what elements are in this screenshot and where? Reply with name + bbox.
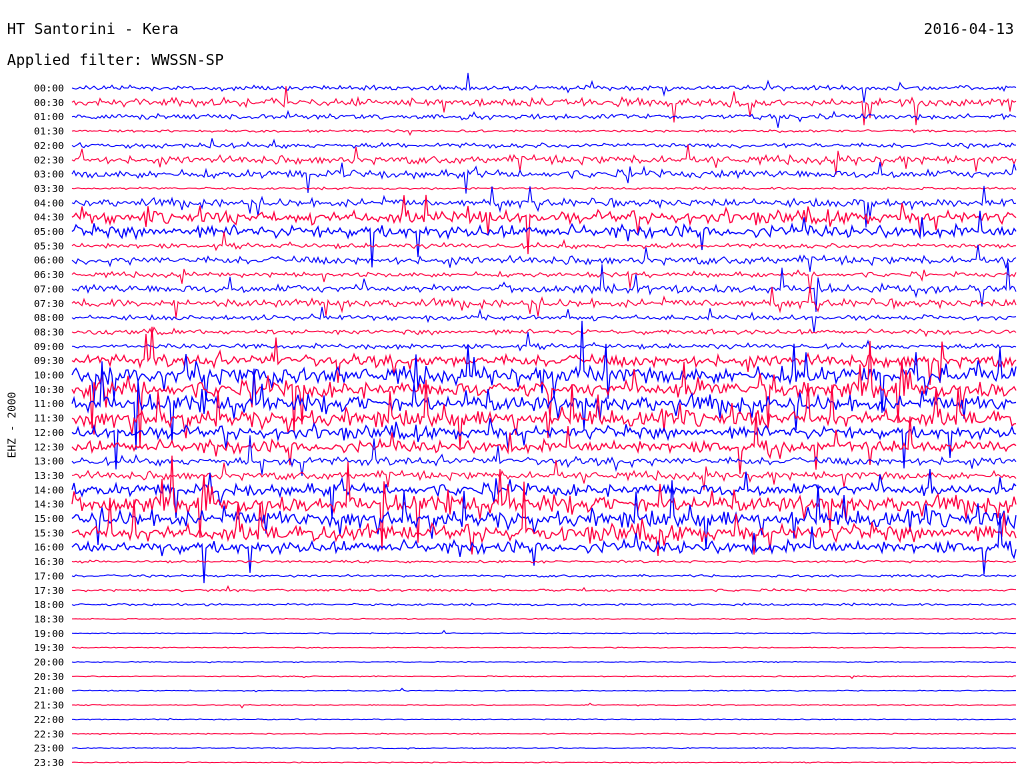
row-time-label: 19:00 (34, 629, 64, 640)
trace-line (71, 460, 1017, 491)
row-time-label: 06:00 (34, 256, 64, 267)
row-time-label: 22:00 (34, 715, 64, 726)
trace-line (71, 138, 1017, 150)
row-time-label: 21:00 (34, 686, 64, 697)
row-time-label: 15:00 (34, 514, 64, 525)
trace-line (71, 646, 1017, 649)
row-time-label: 17:00 (34, 571, 64, 582)
trace-line (72, 687, 1017, 693)
row-time-label: 07:00 (34, 284, 64, 295)
trace-line (71, 185, 1017, 228)
row-time-label: 10:00 (34, 371, 64, 382)
trace-line (71, 340, 1017, 448)
row-time-label: 07:30 (34, 299, 64, 310)
row-time-label: 13:30 (34, 471, 64, 482)
row-time-label: 04:00 (34, 198, 64, 209)
trace-line (71, 326, 1017, 338)
row-time-label: 16:00 (34, 543, 64, 554)
row-time-label: 00:00 (34, 84, 64, 95)
row-time-label: 20:30 (34, 672, 64, 683)
trace-line (71, 128, 1017, 136)
trace-line (71, 513, 1017, 584)
row-time-label: 10:30 (34, 385, 64, 396)
trace-line (71, 306, 1017, 334)
row-time-label: 12:00 (34, 428, 64, 439)
row-time-label: 16:30 (34, 557, 64, 568)
trace-line (71, 86, 1017, 126)
trace-line (71, 455, 1017, 551)
row-time-label: 03:30 (34, 184, 64, 195)
trace-line (71, 761, 1017, 764)
seismogram-plot: 00:00 00:30 01:00 01:30 02:00 02:30 03:00 03:30… (34, 72, 1017, 769)
row-time-label: 11:00 (34, 399, 64, 410)
trace-line (71, 379, 1017, 449)
row-time-label: 08:00 (34, 313, 64, 324)
row-time-label: 01:00 (34, 112, 64, 123)
row-time-label: 23:00 (34, 744, 64, 755)
row-time-label: 09:00 (34, 342, 64, 353)
row-time-label: 19:30 (34, 643, 64, 654)
row-time-label: 11:30 (34, 414, 64, 425)
trace-line (71, 72, 1017, 103)
trace-line (71, 573, 1017, 578)
row-time-label: 08:30 (34, 327, 64, 338)
row-time-label: 15:30 (34, 528, 64, 539)
trace-line (71, 186, 1017, 191)
row-time-label: 21:30 (34, 701, 64, 712)
row-time-label: 05:00 (34, 227, 64, 238)
row-time-label: 13:00 (34, 457, 64, 468)
row-time-label: 20:00 (34, 658, 64, 669)
trace-line (71, 332, 1017, 352)
trace-line (71, 559, 1017, 564)
trace-line (71, 244, 1017, 272)
trace-line (72, 717, 1017, 721)
trace-line (71, 585, 1017, 593)
row-time-label: 14:00 (34, 485, 64, 496)
row-time-label: 00:30 (34, 98, 64, 109)
row-time-label: 05:30 (34, 241, 64, 252)
row-time-label: 18:30 (34, 614, 64, 625)
trace-line (72, 732, 1016, 735)
row-time-label: 09:30 (34, 356, 64, 367)
row-time-label: 06:30 (34, 270, 64, 281)
row-time-label: 03:00 (34, 170, 64, 181)
row-time-label: 23:30 (34, 758, 64, 769)
row-time-label: 17:30 (34, 586, 64, 597)
trace-line (71, 629, 1017, 635)
trace-line (71, 412, 1017, 475)
row-time-label: 01:30 (34, 127, 64, 138)
trace-line (72, 617, 1017, 621)
trace-line (71, 286, 1017, 319)
row-time-label: 02:00 (34, 141, 64, 152)
row-time-label: 14:30 (34, 500, 64, 511)
trace-line (71, 660, 1017, 664)
row-time-label: 12:30 (34, 442, 64, 453)
trace-line (72, 675, 1017, 680)
row-time-label: 18:00 (34, 600, 64, 611)
trace-line (71, 144, 1017, 175)
trace-line (71, 602, 1017, 607)
row-time-label: 22:30 (34, 729, 64, 740)
row-time-label: 04:30 (34, 213, 64, 224)
trace-line (71, 746, 1016, 750)
trace-line (71, 109, 1017, 128)
row-time-label: 02:30 (34, 155, 64, 166)
trace-line (71, 702, 1017, 709)
